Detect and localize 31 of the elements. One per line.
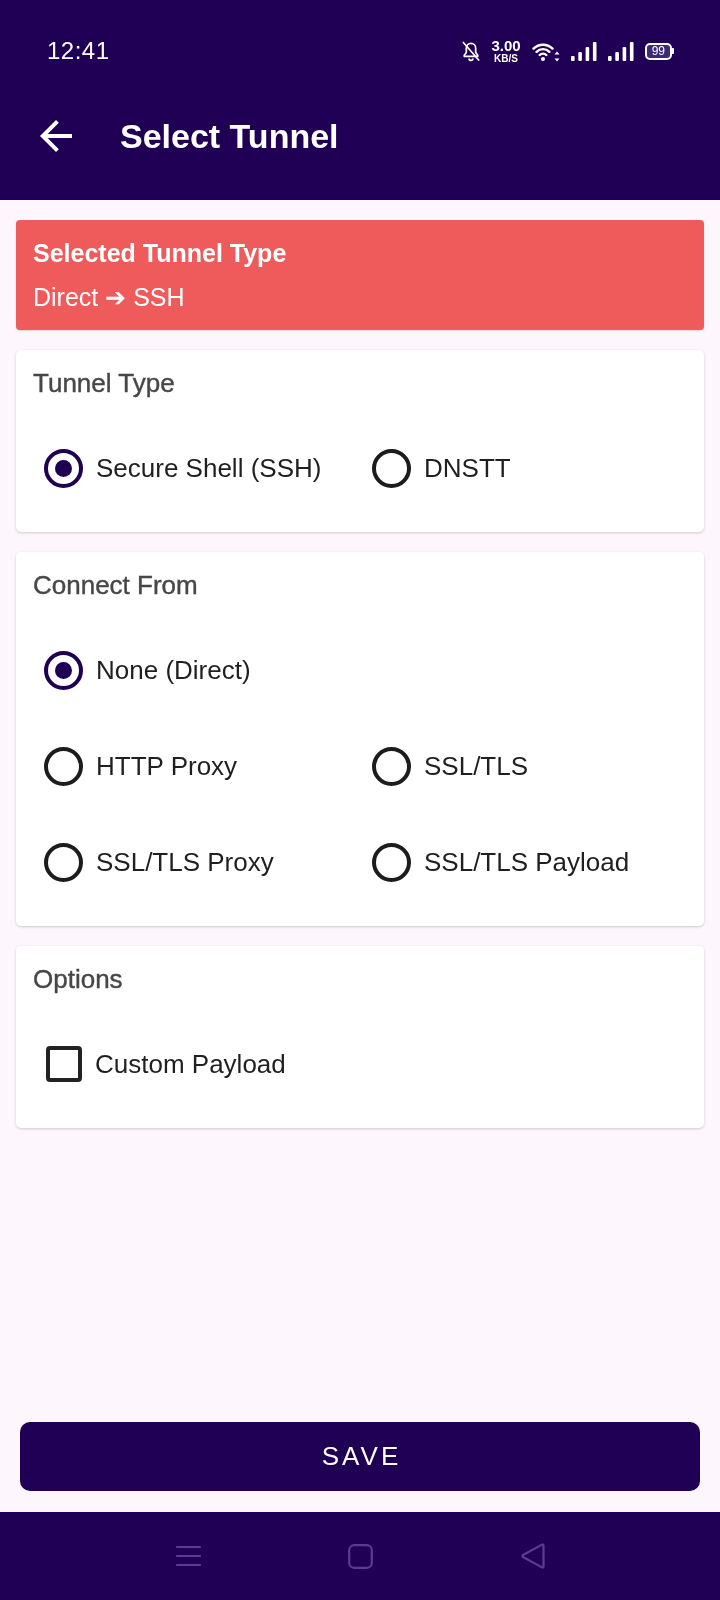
radio-label[interactable]: None (Direct) [96, 653, 251, 687]
section-title: Tunnel Type [32, 367, 176, 400]
bell-off-icon [462, 40, 481, 62]
radio-label[interactable]: HTTP Proxy [96, 749, 238, 783]
radio-label[interactable]: SSL/TLS Proxy [96, 845, 274, 879]
radio-label[interactable]: SSL/TLS Payload [424, 845, 630, 879]
radio-button[interactable] [372, 448, 411, 488]
section-title: Options [32, 963, 124, 996]
checkbox[interactable] [46, 1046, 82, 1082]
checkbox-label[interactable]: Custom Payload [95, 1047, 286, 1081]
signal-icon [570, 41, 597, 61]
radio-label[interactable]: DNSTT [424, 451, 511, 485]
radio-button[interactable] [44, 650, 83, 690]
screen-title: Select Tunnel [120, 116, 339, 156]
save-button[interactable]: SAVE [20, 1422, 700, 1491]
summary-title: Selected Tunnel Type [33, 238, 288, 269]
radio-label[interactable]: Secure Shell (SSH) [96, 451, 322, 485]
radio-button[interactable] [44, 746, 83, 786]
back-icon[interactable] [40, 120, 72, 152]
radio-button[interactable] [44, 842, 83, 882]
radio-button[interactable] [44, 448, 83, 488]
status-time: 12:41 [47, 37, 110, 65]
radio-button[interactable] [372, 842, 411, 882]
radio-label[interactable]: SSL/TLS [424, 749, 529, 783]
signal-icon [607, 41, 634, 61]
section-title: Connect From [32, 569, 199, 602]
network-speed: 3.00 [491, 38, 521, 53]
network-speed-unit: KB/S [494, 54, 518, 64]
summary-value: Direct ➔ SSH [33, 282, 186, 313]
radio-button[interactable] [372, 746, 411, 786]
battery-indicator: 99 [644, 42, 674, 60]
